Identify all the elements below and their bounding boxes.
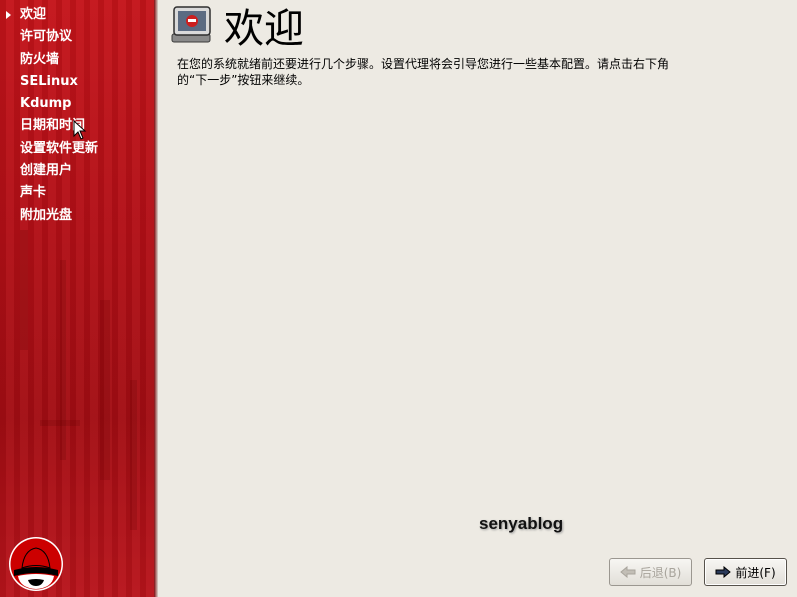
step-item-firewall: 防火墙: [0, 51, 98, 73]
step-item-software-updates: 设置软件更新: [0, 140, 98, 162]
back-button-label: 后退(B): [639, 565, 682, 580]
arrow-right-icon: [715, 566, 732, 578]
step-item-additional-cds: 附加光盘: [0, 207, 98, 229]
step-item-create-user: 创建用户: [0, 162, 98, 184]
step-label: 欢迎: [20, 7, 47, 22]
step-label: 许可协议: [20, 29, 73, 45]
sidebar-decoration: [60, 260, 66, 460]
sidebar-decoration: [130, 380, 137, 530]
page-title: 欢迎: [224, 6, 304, 52]
watermark-text: senyablog: [479, 514, 564, 533]
next-button[interactable]: 前进(F): [704, 558, 787, 586]
step-label: 防火墙: [20, 51, 60, 67]
next-button-label: 前进(F): [735, 565, 776, 580]
welcome-description: 在您的系统就绪前还要进行几个步骤。设置代理将会引导您进行一些基本配置。请点击右下…: [177, 57, 670, 87]
step-label: 设置软件更新: [20, 140, 99, 156]
step-item-license: 许可协议: [0, 28, 98, 50]
step-item-selinux: SELinux: [0, 73, 98, 95]
computer-monitor-icon: [171, 6, 211, 43]
step-label: Kdump: [20, 96, 72, 112]
sidebar-decoration: [20, 230, 28, 350]
step-list: 欢迎 许可协议 防火墙 SELinux Kdump 日期和时间 设置软件更新 创…: [0, 6, 98, 229]
arrow-left-icon: [619, 566, 636, 578]
current-step-arrow-icon: [6, 11, 11, 19]
redhat-shadowman-logo: [9, 537, 63, 591]
step-item-sound-card: 声卡: [0, 184, 98, 206]
step-item-welcome: 欢迎: [0, 6, 98, 28]
step-label: 附加光盘: [20, 207, 73, 223]
back-button[interactable]: 后退(B): [609, 558, 692, 586]
step-label: SELinux: [20, 73, 78, 89]
sidebar-decoration: [100, 300, 110, 480]
step-label: 创建用户: [20, 163, 73, 179]
sidebar-decoration: [40, 420, 80, 426]
step-label: 声卡: [20, 185, 47, 201]
sidebar: 欢迎 许可协议 防火墙 SELinux Kdump 日期和时间 设置软件更新 创…: [0, 0, 158, 597]
step-item-kdump: Kdump: [0, 95, 98, 117]
mouse-pointer-icon: [73, 120, 87, 140]
